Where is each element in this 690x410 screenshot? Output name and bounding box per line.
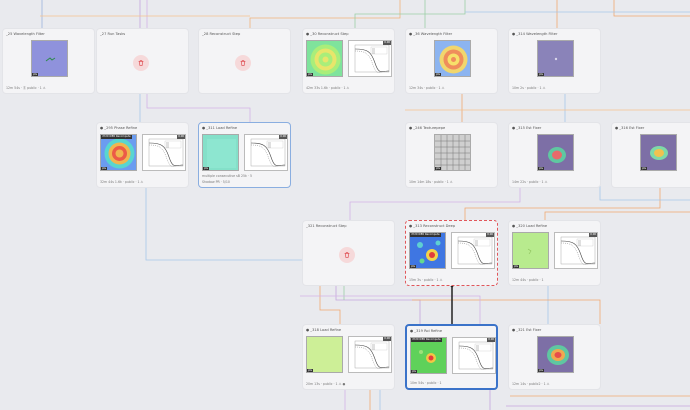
node-header: _27 Run Tasks (100, 32, 126, 36)
workflow-node-n2[interactable]: _27 Run Tasks (96, 28, 189, 94)
workflow-node-n8[interactable]: ● _311 Load Refine pts 0.00 Shadow PR · 5/1… (198, 122, 291, 188)
node-footer: 14m 22s · public · 1 ⚠ (512, 180, 548, 184)
node-preview-image[interactable]: pts (537, 40, 574, 77)
preview-corner-label: pts (538, 72, 545, 76)
node-footer: 12m 14s · public2 · 1 ⚠ (512, 382, 550, 386)
workflow-canvas[interactable]: _25 Wavelength Filter pts 12m 54s · Ⓢ publ… (0, 0, 690, 410)
plot-badge: 0.00 (383, 41, 391, 45)
node-header: _25 Wavelength Filter (6, 32, 45, 36)
workflow-node-n4[interactable]: ● _30 Reconstruct Step pts 0.00 42m 33s 1.6… (302, 28, 395, 94)
node-footer: 12m 34s · public · 1 ⚠ (409, 86, 445, 90)
node-footer-secondary: multiple consecutive sB 25k · 5 (202, 174, 252, 178)
workflow-node-n14[interactable]: ● _320 Load Refine pts 0.00 12m 44s · publi… (508, 220, 601, 286)
node-footer: 42m 33s 1.6k · public · 1 ⚠ (306, 86, 350, 90)
plot-badge: 0.00 (177, 135, 185, 139)
node-header: ● _313 Reconstruct Deep (409, 224, 456, 228)
node-preview-image[interactable]: pts (512, 232, 549, 269)
preview-corner-label: pts (203, 166, 210, 170)
preview-corner-label: pts (538, 166, 545, 170)
preview-tag: dY20 6IE6 Recompute (411, 338, 442, 342)
plot-badge: 0.00 (487, 338, 495, 342)
node-preview-image[interactable]: pts (306, 336, 343, 373)
workflow-node-n1[interactable]: _25 Wavelength Filter pts 12m 54s · Ⓢ publ… (2, 28, 95, 94)
node-plot-preview[interactable]: 0.00 (142, 134, 186, 171)
preview-corner-label: pts (538, 368, 545, 372)
preview-corner-label: pts (641, 166, 648, 170)
node-footer: 12m 44s · public · 1 (512, 278, 544, 282)
workflow-node-n5[interactable]: ● _36 Wavelength Filter pts 12m 34s · publ… (405, 28, 498, 94)
node-footer: 32m 44s 1.6k · public · 1 ⚠ (100, 180, 144, 184)
node-preview-image[interactable]: pts (537, 336, 574, 373)
node-footer: 12m 54s · Ⓢ public · 1 ⚠ (6, 86, 46, 90)
node-preview-image[interactable]: pts (306, 40, 343, 77)
workflow-node-n12[interactable]: _321 Reconstruct Step (302, 220, 395, 286)
node-preview-image[interactable]: dY20 6IE6 Recompute pts (409, 232, 446, 269)
node-header: ● _295 Phase Refine (100, 126, 138, 130)
node-header: ● _315 Est Fixer (512, 126, 542, 130)
preview-tag: dY20 6IE6 Recompute (101, 135, 132, 139)
node-header: ● _30 Reconstruct Step (306, 32, 349, 36)
workflow-node-n9[interactable]: ● _246 Texturepepe pts 10m 14m 18s · publi… (405, 122, 498, 188)
node-header: ● _314 Wavelength Filter (512, 32, 558, 36)
node-preview-image[interactable]: dY20 6IE6 Recompute pts (410, 337, 447, 374)
node-preview-image[interactable]: pts (434, 134, 471, 171)
workflow-node-n3[interactable]: _28 Reconstruct Step (198, 28, 291, 94)
preview-corner-label: pts (435, 166, 442, 170)
preview-corner-label: pts (32, 72, 39, 76)
preview-corner-label: pts (307, 368, 314, 372)
node-plot-preview[interactable]: 0.00 (348, 40, 392, 77)
trash-icon[interactable] (133, 55, 149, 71)
node-footer: 10m 2s · public · 1 ⚠ (512, 86, 546, 90)
node-footer: 15m 3s · public · 1 ⚠ (409, 278, 443, 282)
preview-corner-label: pts (435, 72, 442, 76)
workflow-node-n6[interactable]: ● _314 Wavelength Filter pts 10m 2s · publ… (508, 28, 601, 94)
node-header: ● _36 Wavelength Filter (409, 32, 453, 36)
node-header: ● _246 Texturepepe (409, 126, 446, 130)
preview-corner-label: pts (307, 72, 314, 76)
plot-badge: 0.00 (383, 337, 391, 341)
node-header: ● _319 Roi Refine (410, 329, 443, 333)
trash-icon[interactable] (339, 247, 355, 263)
plot-badge: 0.00 (279, 135, 287, 139)
node-header: _28 Reconstruct Step (202, 32, 241, 36)
node-header: ● _316 Est Fixer (615, 126, 645, 130)
node-header: ● _318 Load Refine (306, 328, 342, 332)
workflow-node-n11[interactable]: ● _316 Est Fixer pts (611, 122, 690, 188)
node-preview-image[interactable]: pts (31, 40, 68, 77)
workflow-node-n7[interactable]: ● _295 Phase Refine dY20 6IE6 Recompute pt… (96, 122, 189, 188)
workflow-node-n17[interactable]: ● _321 Est Fixer pts 12m 14s · public2 · 1… (508, 324, 601, 390)
workflow-node-n10[interactable]: ● _315 Est Fixer pts 14m 22s · public · 1 … (508, 122, 601, 188)
node-preview-image[interactable]: dY20 6IE6 Recompute pts (100, 134, 137, 171)
node-preview-image[interactable]: pts (434, 40, 471, 77)
plot-badge: 0.00 (589, 233, 597, 237)
workflow-node-n16[interactable]: ● _319 Roi Refine dY20 6IE6 Recompute pts 0… (405, 324, 498, 390)
preview-corner-label: pts (411, 369, 418, 373)
workflow-node-n15[interactable]: ● _318 Load Refine pts 0.00 20m 13s · publi… (302, 324, 395, 390)
trash-icon[interactable] (235, 55, 251, 71)
node-preview-image[interactable]: pts (202, 134, 239, 171)
node-footer: 20m 13s · public · 1 ⚠ ● (306, 382, 346, 386)
node-plot-preview[interactable]: 0.00 (348, 336, 392, 373)
preview-tag: dY20 6IE6 Recompute (410, 233, 441, 237)
node-header: _321 Reconstruct Step (306, 224, 347, 228)
preview-corner-label: pts (513, 264, 520, 268)
node-header: ● _311 Load Refine (202, 126, 238, 130)
node-plot-preview[interactable]: 0.00 (244, 134, 288, 171)
preview-corner-label: pts (101, 166, 108, 170)
node-plot-preview[interactable]: 0.00 (451, 232, 495, 269)
node-header: ● _320 Load Refine (512, 224, 548, 228)
node-footer: Shadow PR · 5/10 (202, 180, 230, 184)
node-footer: 10m 54s · public · 1 (410, 381, 442, 385)
node-header: ● _321 Est Fixer (512, 328, 542, 332)
plot-badge: 0.00 (486, 233, 494, 237)
node-plot-preview[interactable]: 0.00 (554, 232, 598, 269)
node-preview-image[interactable]: pts (640, 134, 677, 171)
node-footer: 10m 14m 18s · public · 1 ⚠ (409, 180, 453, 184)
preview-corner-label: pts (410, 264, 417, 268)
workflow-node-n13[interactable]: ● _313 Reconstruct Deep dY20 6IE6 Recompu… (405, 220, 498, 286)
node-plot-preview[interactable]: 0.00 (452, 337, 496, 374)
node-preview-image[interactable]: pts (537, 134, 574, 171)
